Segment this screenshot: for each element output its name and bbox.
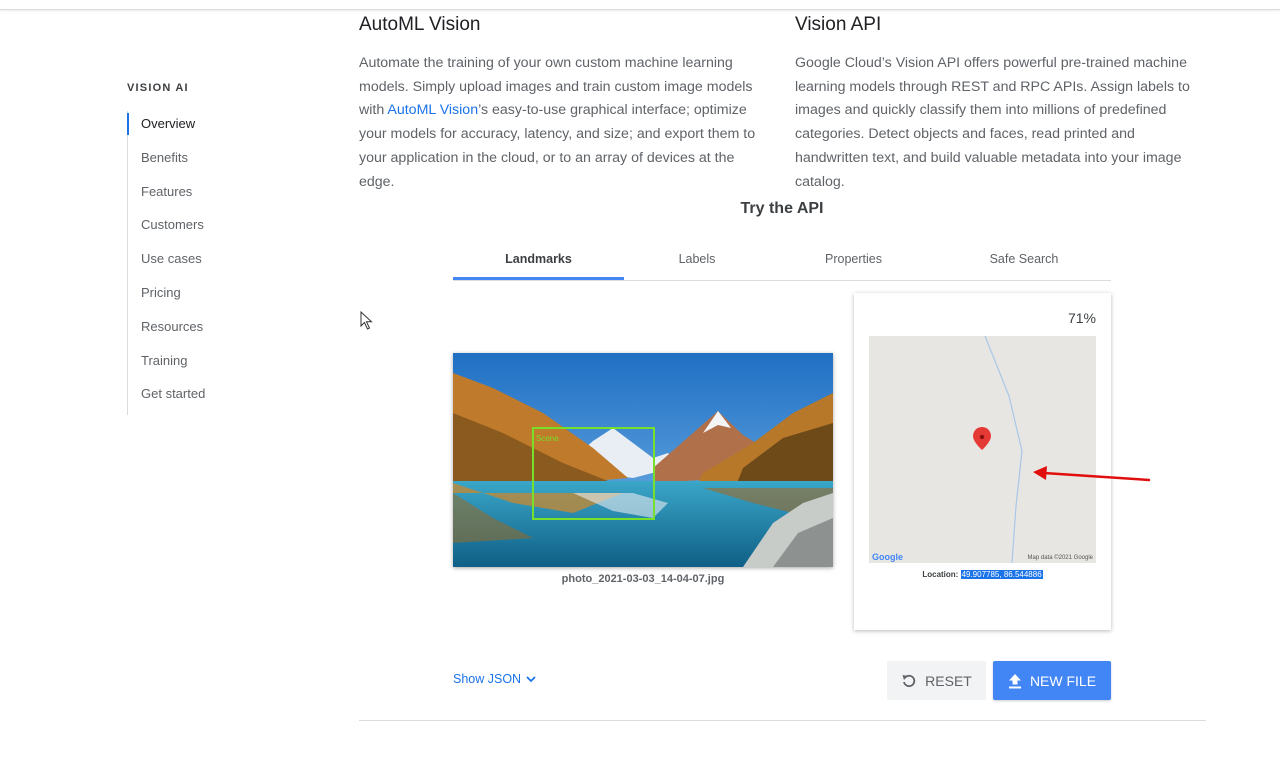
reset-label: RESET: [925, 672, 972, 689]
mouse-cursor-icon: [360, 311, 373, 330]
vision-api-description: Google Cloud’s Vision API offers powerfu…: [795, 55, 1190, 190]
sidebar-item-training[interactable]: Training: [128, 348, 288, 382]
tab-safe-search[interactable]: Safe Search: [937, 248, 1111, 280]
map-attribution: Map data ©2021 Google: [1027, 555, 1093, 561]
annotation-arrow-icon: [1033, 466, 1151, 482]
sidebar-item-overview[interactable]: Overview: [127, 111, 288, 145]
location-coordinates[interactable]: 49.907785, 86.544886: [960, 570, 1043, 579]
image-filename: photo_2021-03-03_14-04-07.jpg: [561, 573, 725, 585]
automl-description: Automate the training of your own custom…: [359, 52, 759, 194]
show-json-label: Show JSON: [453, 672, 522, 686]
automl-title: AutoML Vision: [359, 14, 481, 35]
location-label: Location:: [922, 570, 961, 579]
location-map[interactable]: Google Map data ©2021 Google: [869, 336, 1096, 563]
sidebar-item-customers[interactable]: Customers: [128, 212, 288, 246]
sidebar-item-use-cases[interactable]: Use cases: [128, 246, 288, 280]
sidebar-item-get-started[interactable]: Get started: [128, 381, 288, 415]
api-tabs: Landmarks Labels Properties Safe Search: [453, 248, 1111, 281]
new-file-button[interactable]: NEW FILE: [993, 661, 1111, 700]
sidebar-item-resources[interactable]: Resources: [128, 314, 288, 348]
top-bar: [0, 0, 1280, 10]
sidebar-item-pricing[interactable]: Pricing: [128, 280, 288, 314]
vision-api-title: Vision API: [795, 14, 882, 35]
tab-labels[interactable]: Labels: [624, 248, 770, 280]
sidebar-nav: Overview Benefits Features Customers Use…: [127, 111, 288, 416]
google-logo: Google: [872, 552, 903, 562]
sidebar-item-features[interactable]: Features: [128, 179, 288, 213]
upload-icon: [1008, 673, 1021, 688]
uploaded-photo: Scene: [453, 353, 833, 567]
try-api-title: Try the API: [740, 200, 824, 217]
location-line: Location: 49.907785, 86.544886: [854, 570, 1111, 579]
svg-text:Scene: Scene: [536, 434, 559, 443]
show-json-toggle[interactable]: Show JSON: [453, 672, 537, 686]
automl-vision-link[interactable]: AutoML Vision: [387, 102, 478, 118]
confidence-score: 71%: [1067, 310, 1096, 326]
sidebar-item-benefits[interactable]: Benefits: [128, 145, 288, 179]
reset-button[interactable]: RESET: [887, 661, 986, 700]
section-divider: [359, 720, 1206, 721]
tab-properties[interactable]: Properties: [770, 248, 937, 280]
chevron-down-icon: [526, 676, 536, 683]
reset-icon: [902, 674, 916, 687]
map-pin-icon: [973, 427, 991, 450]
new-file-label: NEW FILE: [1029, 672, 1097, 689]
tab-landmarks[interactable]: Landmarks: [453, 248, 624, 280]
sidebar-heading: VISION AI: [127, 82, 189, 94]
